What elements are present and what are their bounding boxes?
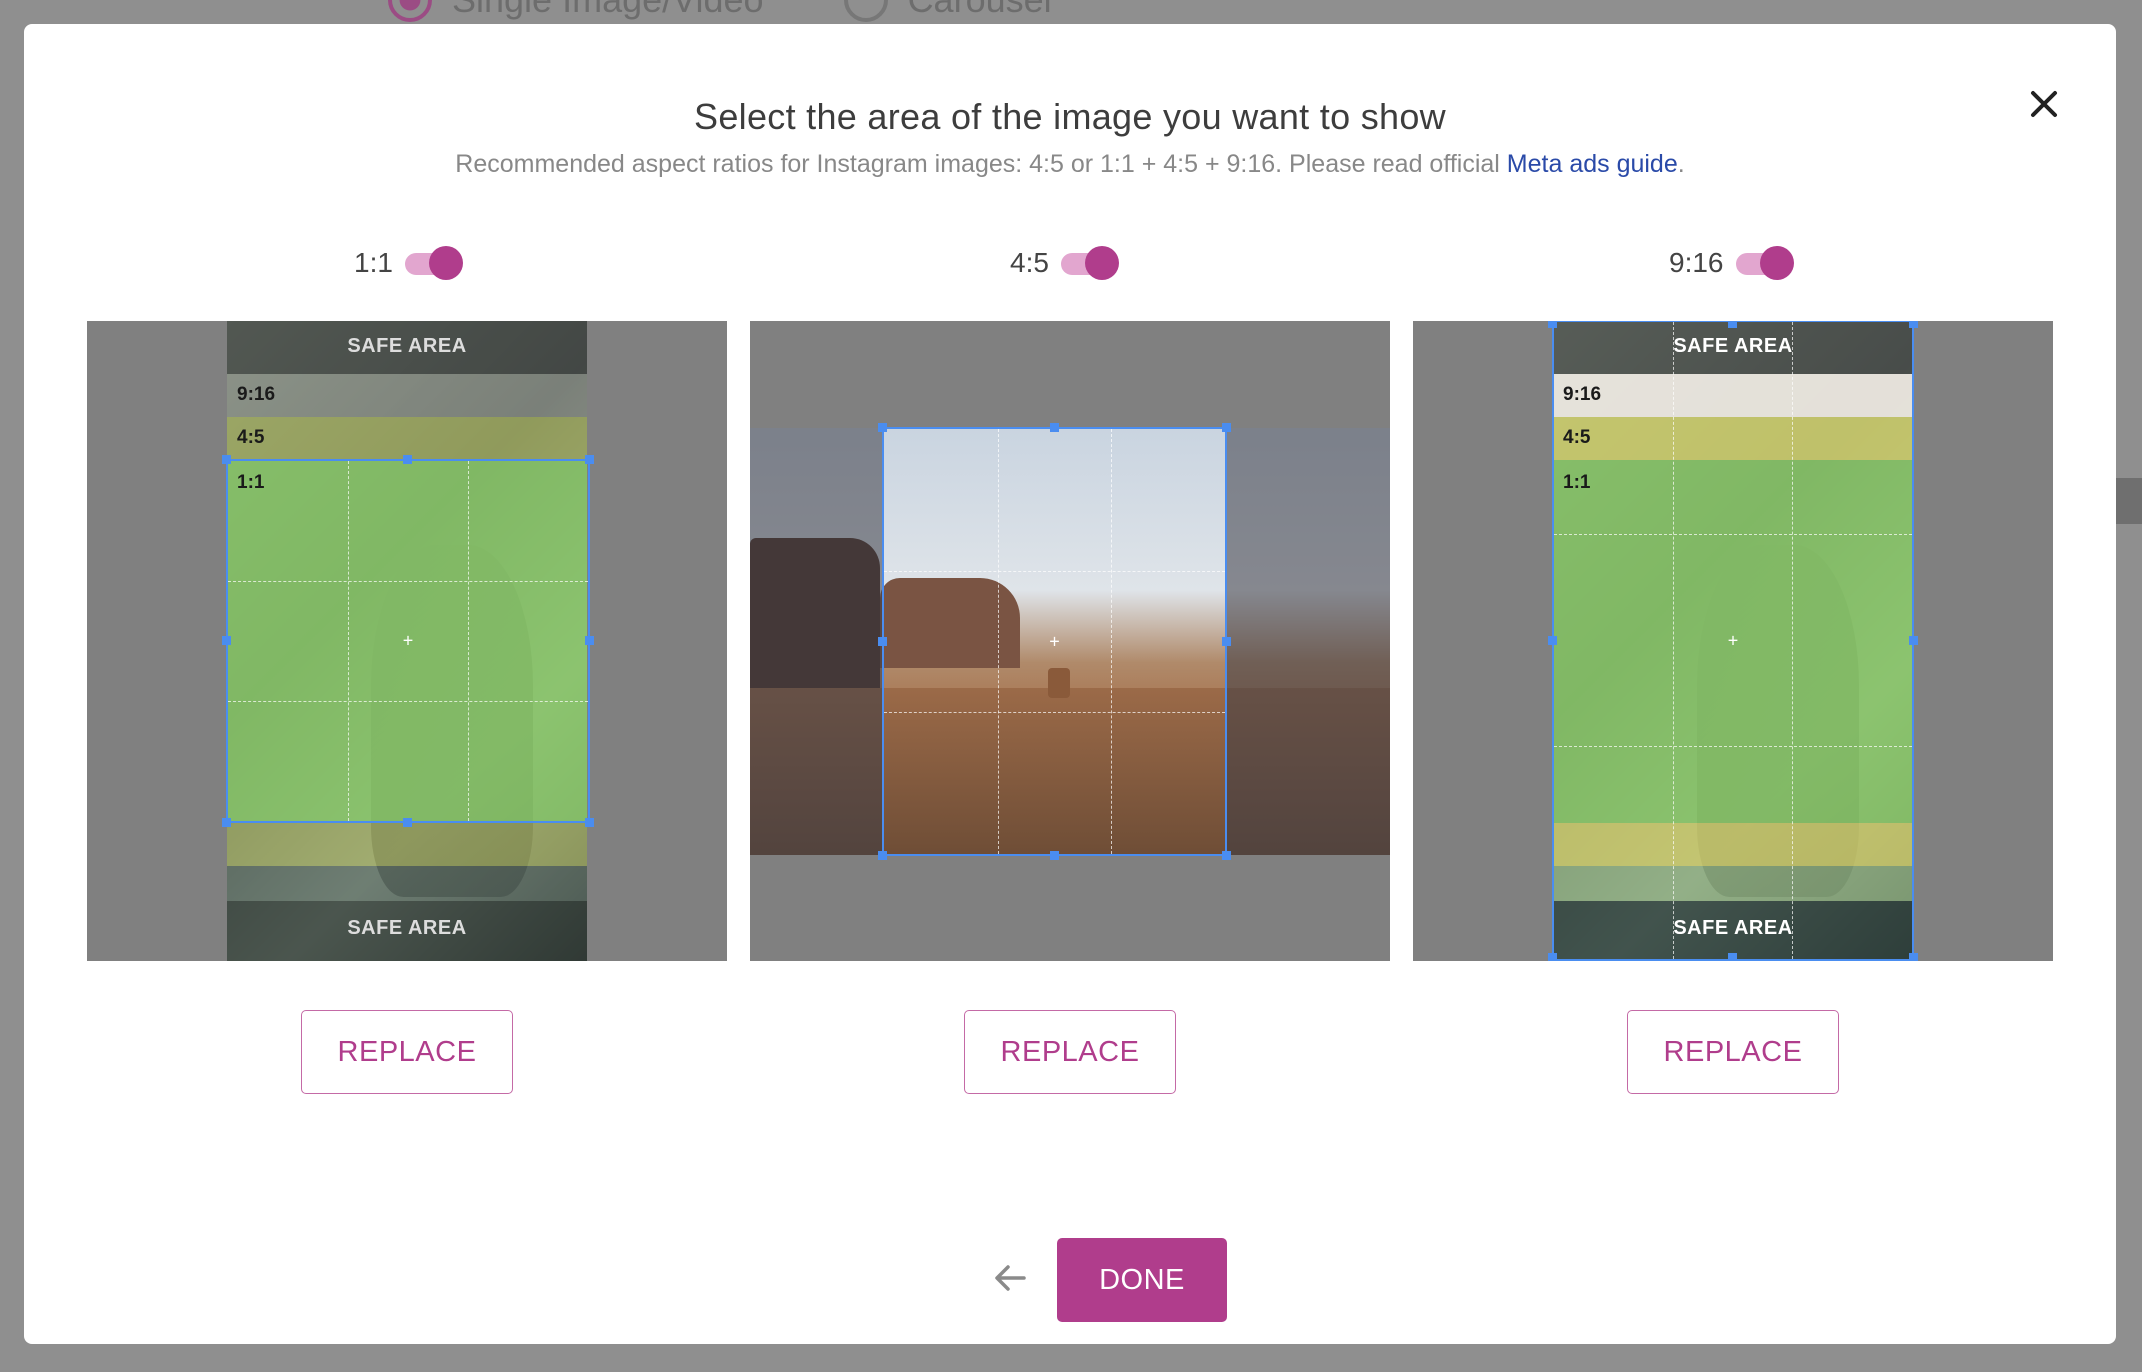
crop-handle[interactable] — [878, 851, 887, 860]
meta-ads-guide-link[interactable]: Meta ads guide — [1507, 150, 1678, 178]
crop-handle[interactable] — [1728, 953, 1737, 961]
crop-handle[interactable] — [1909, 953, 1918, 961]
crop-modal: Select the area of the image you want to… — [24, 24, 2116, 1344]
crop-center-icon: + — [1727, 630, 1739, 650]
background-scroll-tab — [2116, 478, 2142, 524]
crop-handle[interactable] — [585, 636, 594, 645]
modal-subtitle: Recommended aspect ratios for Instagram … — [24, 150, 2116, 179]
background-radio-row: Single Image/Video Carousel — [388, 0, 1052, 22]
band-label-9-16: 9:16 — [237, 384, 276, 405]
safe-area-top: SAFE AREA — [227, 321, 587, 374]
crop-box-4-5[interactable]: + — [878, 423, 1231, 860]
crop-panel-1-1: SAFE AREA 9:16 4:5 1:1 SAFE AREA + — [87, 321, 727, 961]
crop-handle[interactable] — [1548, 321, 1557, 328]
crop-handle[interactable] — [222, 455, 231, 464]
toggle-9-16: 9:16 — [1669, 246, 1794, 280]
crop-handle[interactable] — [1728, 321, 1737, 328]
crop-center-icon: + — [402, 630, 414, 651]
band-9-16: 9:16 — [227, 374, 587, 417]
crop-handle[interactable] — [403, 455, 412, 464]
toggle-switch-9-16[interactable] — [1735, 246, 1794, 280]
modal-title: Select the area of the image you want to… — [694, 96, 1446, 137]
safe-area-bottom: SAFE AREA — [227, 901, 587, 961]
crop-handle[interactable] — [1548, 635, 1557, 645]
radio-single-image-label: Single Image/Video — [452, 0, 764, 21]
replace-button-4-5[interactable]: REPLACE — [964, 1010, 1176, 1094]
toggle-label-4-5: 4:5 — [1010, 247, 1049, 278]
crop-handle[interactable] — [222, 636, 231, 645]
toggle-switch-1-1[interactable] — [404, 246, 463, 280]
crop-panel-9-16: SAFE AREA 9:16 4:5 1:1 SAFE AREA + — [1413, 321, 2053, 961]
band-label-4-5: 4:5 — [237, 427, 265, 448]
arrow-left-icon — [995, 1265, 1026, 1291]
crop-handle[interactable] — [403, 818, 412, 827]
crop-handle[interactable] — [1049, 423, 1059, 432]
crop-center-icon: + — [1049, 631, 1060, 651]
crop-handle[interactable] — [1548, 953, 1557, 961]
crop-handle[interactable] — [585, 818, 594, 827]
subtitle-end: . — [1677, 150, 1685, 178]
crop-handle[interactable] — [1049, 851, 1059, 860]
band-4-5-bottom — [227, 823, 587, 866]
band-4-5: 4:5 — [227, 417, 587, 460]
crop-handle[interactable] — [1222, 636, 1231, 646]
crop-box-1-1[interactable]: + — [222, 455, 594, 827]
done-button[interactable]: DONE — [1057, 1238, 1227, 1322]
toggle-4-5: 4:5 — [1010, 246, 1119, 280]
crop-handle[interactable] — [1909, 635, 1918, 645]
radio-single-image — [388, 0, 432, 22]
back-button[interactable] — [990, 1258, 1030, 1298]
safe-area-bottom-label: SAFE AREA — [347, 917, 467, 939]
crop-handle[interactable] — [585, 455, 594, 464]
crop-handle[interactable] — [222, 818, 231, 827]
crop-handle[interactable] — [878, 423, 887, 432]
crop-panel-4-5: + — [750, 321, 1390, 961]
toggle-label-9-16: 9:16 — [1669, 247, 1724, 278]
safe-area-top-label: SAFE AREA — [347, 335, 467, 357]
crop-box-9-16[interactable]: + — [1548, 321, 1918, 961]
toggle-1-1: 1:1 — [354, 246, 463, 280]
crop-handle[interactable] — [1222, 423, 1231, 432]
replace-button-1-1[interactable]: REPLACE — [301, 1010, 513, 1094]
radio-carousel — [843, 0, 888, 22]
subtitle-text: Recommended aspect ratios for Instagram … — [455, 150, 1507, 178]
toggle-label-1-1: 1:1 — [354, 247, 393, 278]
radio-carousel-label: Carousel — [908, 0, 1052, 21]
crop-handle[interactable] — [1909, 321, 1918, 328]
toggle-switch-4-5[interactable] — [1060, 246, 1119, 280]
crop-handle[interactable] — [878, 636, 887, 646]
crop-handle[interactable] — [1222, 851, 1231, 860]
replace-button-9-16[interactable]: REPLACE — [1627, 1010, 1839, 1094]
band-9-16-bottom — [227, 866, 587, 901]
